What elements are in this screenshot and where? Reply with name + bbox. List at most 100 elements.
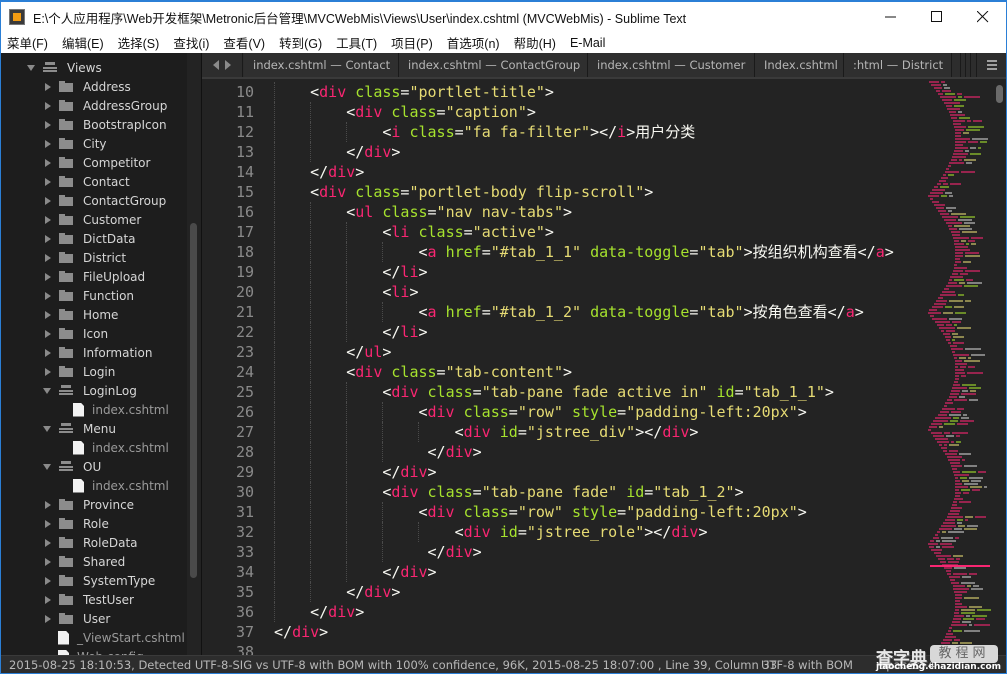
- tree-folder[interactable]: Competitor: [43, 153, 150, 172]
- minimap-line: [944, 405, 947, 407]
- menu-item[interactable]: 工具(T): [336, 33, 377, 52]
- tree-folder[interactable]: DictData: [43, 229, 136, 248]
- minimap-line: [945, 192, 952, 194]
- menu-item[interactable]: 帮助(H): [514, 33, 556, 52]
- editor-tab[interactable]: :html — District✖: [844, 53, 952, 77]
- minimap-line: [929, 81, 939, 83]
- editor-scrollbar[interactable]: [994, 79, 1006, 655]
- tree-folder[interactable]: Home: [43, 305, 118, 324]
- menu-item[interactable]: 选择(S): [118, 33, 160, 52]
- tree-folder[interactable]: Province: [43, 495, 134, 514]
- tree-folder[interactable]: Role: [43, 514, 109, 533]
- tree-folder[interactable]: AddressGroup: [43, 96, 167, 115]
- previous-tab-icon[interactable]: [213, 60, 219, 70]
- folder-icon: [59, 138, 73, 149]
- code-token: id: [499, 423, 518, 441]
- tree-folder[interactable]: Shared: [43, 552, 125, 571]
- tree-folder[interactable]: Menu: [43, 419, 116, 438]
- editor-tab[interactable]: index.cshtml — Customer✖: [588, 53, 755, 77]
- tree-folder[interactable]: Function: [43, 286, 134, 305]
- indentation-indicator[interactable]: Spaces: 4: [879, 658, 935, 672]
- indent-guide: [274, 362, 275, 382]
- tree-item-label: AddressGroup: [83, 98, 168, 113]
- minimap-line: [959, 453, 971, 455]
- minimap-line: [961, 417, 969, 419]
- menu-item[interactable]: E-Mail: [570, 36, 605, 50]
- folder-icon: [59, 575, 73, 586]
- minimap-line: [955, 132, 961, 134]
- tree-folder[interactable]: Customer: [43, 210, 141, 229]
- tree-folder[interactable]: Login: [43, 362, 115, 381]
- tree-folder[interactable]: ContactGroup: [43, 191, 166, 210]
- code-text: <div id="jstree_role"></div>: [455, 522, 708, 542]
- menu-item[interactable]: 查看(V): [223, 33, 265, 52]
- sidebar-scrollbar[interactable]: [190, 223, 197, 578]
- tree-file[interactable]: index.cshtml: [73, 438, 169, 457]
- minimap-line: [944, 219, 956, 221]
- status-message: 2015-08-25 18:10:53, Detected UTF-8-SIG …: [9, 658, 778, 672]
- next-tab-icon[interactable]: [225, 60, 231, 70]
- tree-folder[interactable]: RoleData: [43, 533, 138, 552]
- minimap-line: [931, 423, 942, 425]
- tree-file[interactable]: _ViewStart.cshtml: [58, 628, 185, 647]
- code-token: data-toggle: [590, 243, 690, 261]
- tree-folder[interactable]: District: [43, 248, 126, 267]
- tree-item-label: Role: [83, 516, 109, 531]
- editor-tab[interactable]: index.cshtml — Contact✖: [244, 53, 399, 77]
- minimap-line: [934, 204, 945, 206]
- tree-folder-views[interactable]: Views: [27, 58, 102, 77]
- minimize-button[interactable]: [868, 2, 914, 32]
- minimap-line: [962, 621, 971, 623]
- code-line: 33 </div>: [202, 542, 922, 562]
- menu-item[interactable]: 查找(i): [173, 33, 209, 52]
- tree-folder[interactable]: BootstrapIcon: [43, 115, 167, 134]
- minimap-line: [929, 426, 937, 428]
- menu-item[interactable]: 转到(G): [279, 33, 322, 52]
- tree-file[interactable]: index.cshtml: [73, 476, 169, 495]
- tree-file[interactable]: index.cshtml: [73, 400, 169, 419]
- tree-file[interactable]: Web.config: [58, 647, 144, 655]
- tree-folder[interactable]: Address: [43, 77, 131, 96]
- indent-guide: [382, 422, 384, 442]
- tree-folder[interactable]: TestUser: [43, 590, 134, 609]
- minimap-line: [955, 147, 968, 149]
- tab-list-menu-button[interactable]: [976, 53, 1006, 77]
- indent-guide: [274, 462, 275, 482]
- tree-folder[interactable]: City: [43, 134, 107, 153]
- editor-scrollbar-thumb[interactable]: [996, 85, 1003, 103]
- folder-icon: [59, 176, 73, 187]
- minimap-line: [941, 81, 945, 83]
- tree-folder[interactable]: Information: [43, 343, 152, 362]
- menu-item[interactable]: 项目(P): [391, 33, 433, 52]
- code-editor[interactable]: 10 <div class="portlet-title"> 11 <div clas…: [202, 79, 922, 655]
- minimap-line: [953, 471, 960, 473]
- tree-item-label: District: [83, 250, 127, 265]
- minimap[interactable]: [922, 79, 994, 655]
- minimap-line: [974, 624, 990, 626]
- indent-guide: [310, 542, 312, 562]
- menu-item[interactable]: 首选项(n): [447, 33, 500, 52]
- minimap-line: [948, 282, 957, 284]
- editor-tab[interactable]: Index.cshtml✖: [755, 53, 844, 77]
- code-token: =: [481, 303, 491, 321]
- tree-folder[interactable]: SystemType: [43, 571, 155, 590]
- code-line: 38: [202, 642, 922, 655]
- close-button[interactable]: [960, 2, 1006, 32]
- tree-folder[interactable]: LoginLog: [43, 381, 137, 400]
- menu-item[interactable]: 编辑(E): [62, 33, 104, 52]
- minimap-line: [962, 471, 976, 473]
- tree-folder[interactable]: OU: [43, 457, 101, 476]
- maximize-button[interactable]: [914, 2, 960, 32]
- tree-folder[interactable]: User: [43, 609, 110, 628]
- tree-folder[interactable]: Icon: [43, 324, 108, 343]
- minimap-line: [951, 117, 957, 119]
- encoding-indicator[interactable]: UTF-8 with BOM: [761, 658, 853, 672]
- editor-tab[interactable]: index.cshtml — ContactGroup✖: [399, 53, 588, 77]
- menu-item[interactable]: 菜单(F): [7, 33, 48, 52]
- code-token: i: [617, 123, 627, 141]
- tree-folder[interactable]: FileUpload: [43, 267, 145, 286]
- minimap-line: [961, 171, 975, 173]
- tree-folder[interactable]: Contact: [43, 172, 130, 191]
